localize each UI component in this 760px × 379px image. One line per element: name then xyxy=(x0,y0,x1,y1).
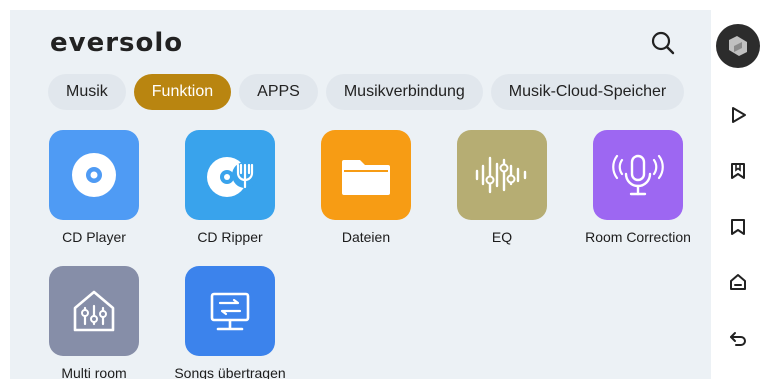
home-icon[interactable] xyxy=(727,271,749,293)
tab-funktion[interactable]: Funktion xyxy=(133,74,232,110)
multiroom-icon xyxy=(73,290,115,332)
disc-icon xyxy=(72,153,116,197)
dateien-label: Dateien xyxy=(341,229,391,245)
play-icon[interactable] xyxy=(727,104,749,126)
dateien-tile[interactable] xyxy=(321,130,411,220)
eversolo-logo: eversolo xyxy=(50,28,184,58)
tab-musik[interactable]: Musik xyxy=(48,74,126,110)
search-icon[interactable] xyxy=(650,30,676,56)
songs-uebertragen-tile[interactable] xyxy=(185,266,275,356)
tab-apps[interactable]: APPS xyxy=(239,74,318,110)
cd-ripper-tile[interactable] xyxy=(185,130,275,220)
folder-icon xyxy=(342,160,390,195)
eq-tile[interactable] xyxy=(457,130,547,220)
multi-room-label: Multi room xyxy=(61,365,127,379)
tab-bar: Musik Funktion APPS Musikverbindung Musi… xyxy=(48,74,692,110)
back-icon[interactable] xyxy=(727,327,749,349)
songs-uebertragen-label: Songs übertragen xyxy=(174,365,286,379)
cd-ripper-label: CD Ripper xyxy=(197,229,263,245)
eq-label: EQ xyxy=(491,229,513,245)
transfer-icon xyxy=(210,292,250,331)
bookmark-outline-icon[interactable] xyxy=(727,216,749,238)
main-screen: eversolo Musik Funktion APPS Musikverbin… xyxy=(10,10,711,379)
cd-player-tile[interactable] xyxy=(49,130,139,220)
tab-musik-cloud-speicher[interactable]: Musik-Cloud-Speicher xyxy=(490,74,685,110)
room-correction-label: Room Correction xyxy=(585,229,691,245)
microphone-icon xyxy=(612,154,664,196)
bookmark-icon[interactable] xyxy=(727,160,749,182)
tab-musikverbindung[interactable]: Musikverbindung xyxy=(325,74,483,110)
cd-player-label: CD Player xyxy=(62,229,126,245)
avatar[interactable] xyxy=(716,24,760,68)
multi-room-tile[interactable] xyxy=(49,266,139,356)
disc-ripper-icon xyxy=(207,157,258,197)
room-correction-tile[interactable] xyxy=(593,130,683,220)
equalizer-icon xyxy=(475,156,527,194)
